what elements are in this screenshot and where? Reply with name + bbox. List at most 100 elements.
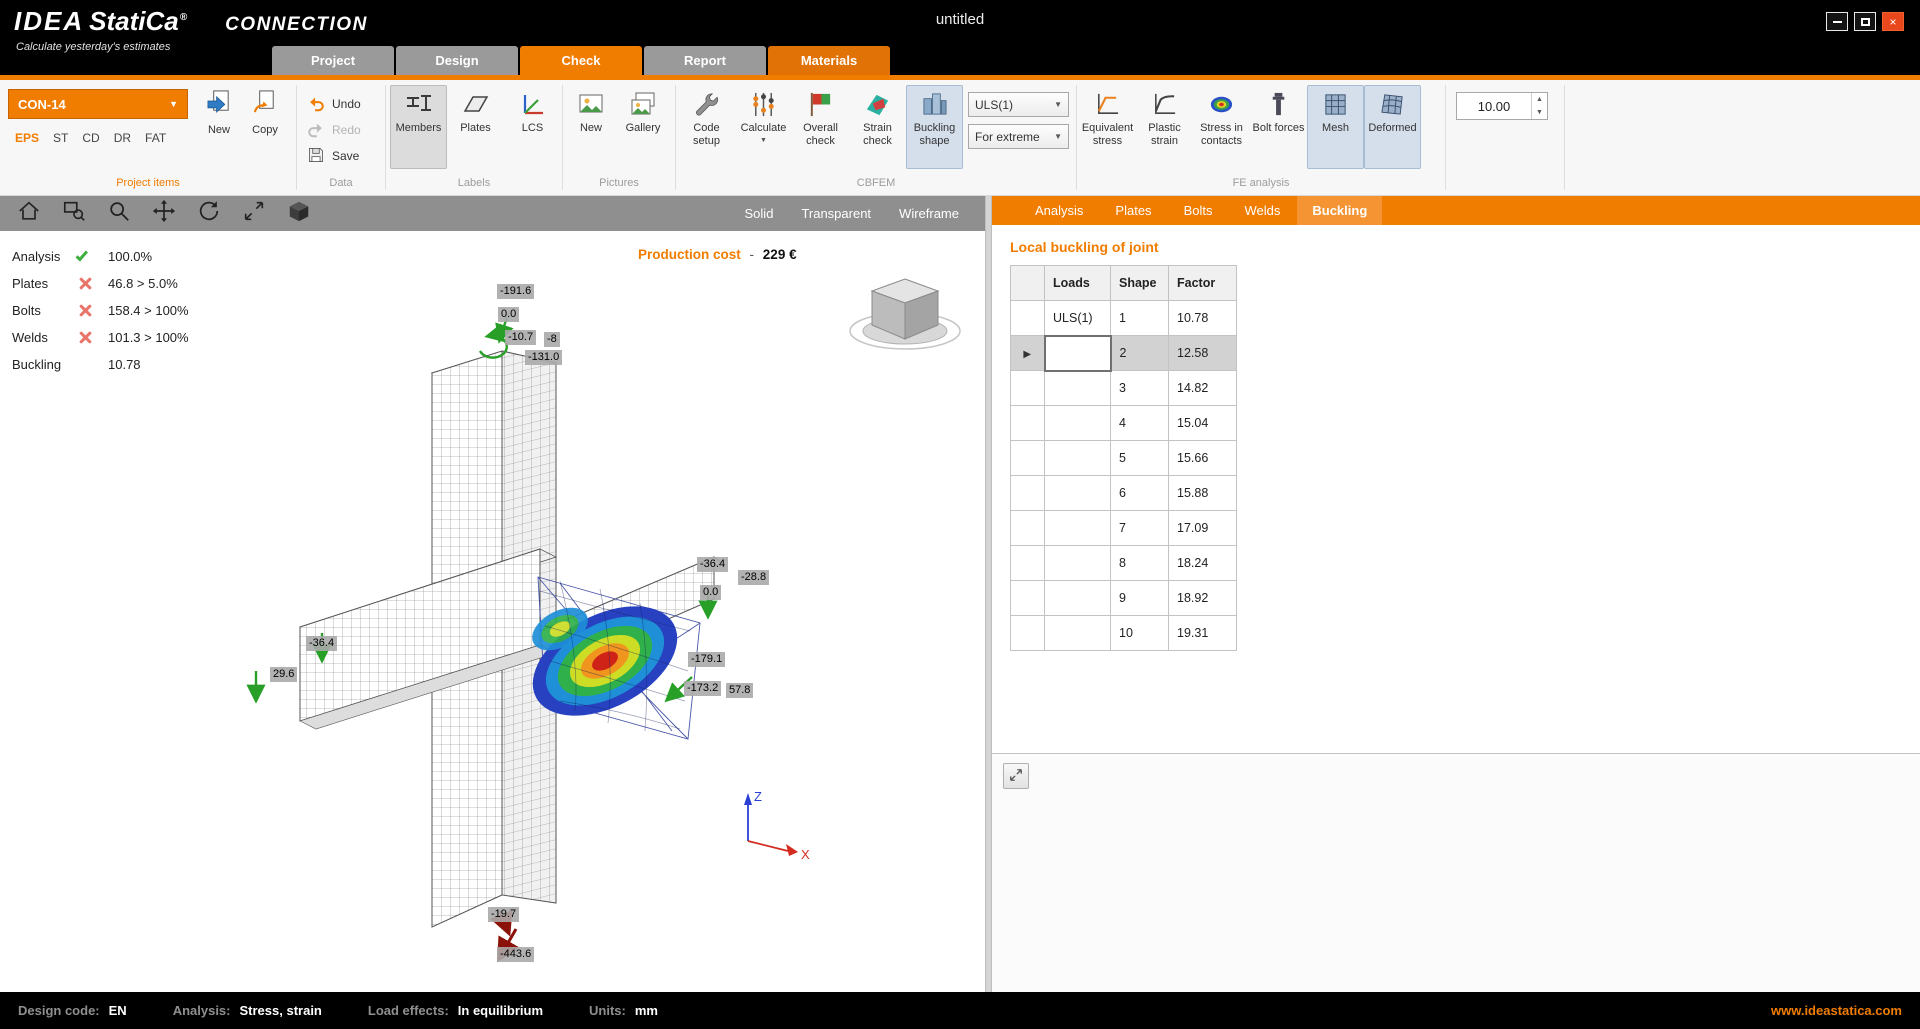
cell-factor[interactable]: 19.31 xyxy=(1169,616,1237,651)
cell-shape[interactable]: 1 xyxy=(1111,301,1169,336)
table-row[interactable]: 4 15.04 xyxy=(1011,406,1237,441)
undo-button[interactable]: Undo xyxy=(307,93,361,115)
cell-shape[interactable]: 4 xyxy=(1111,406,1169,441)
rotate-button[interactable] xyxy=(193,200,225,228)
redo-button[interactable]: Redo xyxy=(307,119,361,141)
extreme-dropdown[interactable]: For extreme ▼ xyxy=(968,124,1069,149)
table-row[interactable]: 3 14.82 xyxy=(1011,371,1237,406)
cell-loads[interactable] xyxy=(1045,406,1111,441)
deformed-scale-value[interactable]: 10.00 xyxy=(1457,93,1531,119)
overall-check-button[interactable]: Overall check xyxy=(792,85,849,169)
tab-materials[interactable]: Materials xyxy=(768,46,890,75)
result-bolts[interactable]: Bolts 158.4 > 100% xyxy=(12,297,189,324)
view-mode-transparent[interactable]: Transparent xyxy=(801,206,871,221)
calculate-dropdown-icon[interactable]: ▼ xyxy=(760,137,767,144)
pan-button[interactable] xyxy=(148,200,180,228)
code-cd[interactable]: CD xyxy=(82,131,99,145)
tab-plates[interactable]: Plates xyxy=(1100,196,1166,225)
cell-shape[interactable]: 8 xyxy=(1111,546,1169,581)
zoom-button[interactable] xyxy=(103,200,135,228)
loads-column-header[interactable]: Loads xyxy=(1045,266,1111,301)
copy-item-button[interactable]: Copy xyxy=(242,89,288,136)
table-row[interactable]: ULS(1) 1 10.78 xyxy=(1011,301,1237,336)
zoom-fit-button[interactable] xyxy=(238,200,270,228)
cell-loads[interactable] xyxy=(1045,511,1111,546)
code-st[interactable]: ST xyxy=(53,131,68,145)
maximize-button[interactable] xyxy=(1854,12,1876,31)
spinner-up-icon[interactable]: ▲ xyxy=(1532,93,1547,106)
gallery-button[interactable]: Gallery xyxy=(617,85,669,169)
cell-shape[interactable]: 3 xyxy=(1111,371,1169,406)
cell-loads[interactable] xyxy=(1045,441,1111,476)
cell-loads[interactable] xyxy=(1045,371,1111,406)
view-mode-wireframe[interactable]: Wireframe xyxy=(899,206,959,221)
home-view-button[interactable] xyxy=(13,200,45,228)
cell-shape[interactable]: 5 xyxy=(1111,441,1169,476)
cell-loads[interactable] xyxy=(1045,476,1111,511)
cell-shape[interactable]: 10 xyxy=(1111,616,1169,651)
plastic-strain-button[interactable]: Plastic strain xyxy=(1136,85,1193,169)
table-row[interactable]: 10 19.31 xyxy=(1011,616,1237,651)
cell-shape[interactable]: 6 xyxy=(1111,476,1169,511)
lcs-toggle[interactable]: LCS xyxy=(504,85,561,169)
code-dr[interactable]: DR xyxy=(114,131,131,145)
shape-column-header[interactable]: Shape xyxy=(1111,266,1169,301)
cell-factor[interactable]: 15.04 xyxy=(1169,406,1237,441)
view-mode-solid[interactable]: Solid xyxy=(745,206,774,221)
tab-report[interactable]: Report xyxy=(644,46,766,75)
cell-factor[interactable]: 10.78 xyxy=(1169,301,1237,336)
tab-check[interactable]: Check xyxy=(520,46,642,75)
cell-shape[interactable]: 9 xyxy=(1111,581,1169,616)
code-fat[interactable]: FAT xyxy=(145,131,166,145)
buckling-shape-toggle[interactable]: Buckling shape xyxy=(906,85,963,169)
bolt-forces-button[interactable]: Bolt forces xyxy=(1250,85,1307,169)
cell-factor[interactable]: 18.24 xyxy=(1169,546,1237,581)
minimize-button[interactable] xyxy=(1826,12,1848,31)
cell-loads[interactable] xyxy=(1045,336,1111,371)
navigation-cube[interactable] xyxy=(850,279,960,349)
new-picture-button[interactable]: New xyxy=(565,85,617,169)
save-button[interactable]: Save xyxy=(307,145,361,167)
cell-factor[interactable]: 12.58 xyxy=(1169,336,1237,371)
result-plates[interactable]: Plates 46.8 > 5.0% xyxy=(12,270,189,297)
load-case-dropdown[interactable]: ULS(1) ▼ xyxy=(968,92,1069,117)
expand-pane-button[interactable] xyxy=(1003,763,1029,789)
viewport-canvas[interactable]: Z X -191.6 0.0 -10.7 -8 -131.0 -36.4 -28… xyxy=(0,231,985,992)
result-buckling[interactable]: Buckling 10.78 xyxy=(12,351,189,378)
cell-loads[interactable]: ULS(1) xyxy=(1045,301,1111,336)
cell-shape[interactable]: 7 xyxy=(1111,511,1169,546)
result-analysis[interactable]: Analysis 100.0% xyxy=(12,243,189,270)
tab-design[interactable]: Design xyxy=(396,46,518,75)
table-row-selected[interactable]: ▶ 2 12.58 xyxy=(1011,336,1237,371)
deformed-scale-spinner[interactable]: 10.00 ▲ ▼ xyxy=(1456,92,1548,120)
members-toggle[interactable]: Members xyxy=(390,85,447,169)
cell-loads[interactable] xyxy=(1045,616,1111,651)
table-row[interactable]: 9 18.92 xyxy=(1011,581,1237,616)
cell-factor[interactable]: 17.09 xyxy=(1169,511,1237,546)
close-button[interactable]: × xyxy=(1882,12,1904,31)
cell-factor[interactable]: 14.82 xyxy=(1169,371,1237,406)
result-welds[interactable]: Welds 101.3 > 100% xyxy=(12,324,189,351)
tab-project[interactable]: Project xyxy=(272,46,394,75)
website-link[interactable]: www.ideastatica.com xyxy=(1771,1003,1902,1018)
calculate-button[interactable]: Calculate ▼ xyxy=(735,85,792,169)
panel-splitter[interactable] xyxy=(985,196,992,992)
mesh-toggle[interactable]: Mesh xyxy=(1307,85,1364,169)
code-eps[interactable]: EPS xyxy=(15,131,39,145)
code-setup-button[interactable]: Code setup xyxy=(678,85,735,169)
spinner-down-icon[interactable]: ▼ xyxy=(1532,106,1547,119)
cell-factor[interactable]: 15.88 xyxy=(1169,476,1237,511)
cell-factor[interactable]: 18.92 xyxy=(1169,581,1237,616)
cell-shape[interactable]: 2 xyxy=(1111,336,1169,371)
tab-welds[interactable]: Welds xyxy=(1229,196,1295,225)
stress-in-contacts-button[interactable]: Stress in contacts xyxy=(1193,85,1250,169)
plates-toggle[interactable]: Plates xyxy=(447,85,504,169)
table-row[interactable]: 5 15.66 xyxy=(1011,441,1237,476)
table-row[interactable]: 8 18.24 xyxy=(1011,546,1237,581)
tab-bolts[interactable]: Bolts xyxy=(1169,196,1228,225)
strain-check-button[interactable]: Strain check xyxy=(849,85,906,169)
cell-loads[interactable] xyxy=(1045,581,1111,616)
project-item-dropdown[interactable]: CON-14 ▼ xyxy=(8,89,188,119)
isometric-view-button[interactable] xyxy=(283,200,315,228)
tab-buckling[interactable]: Buckling xyxy=(1297,196,1382,225)
